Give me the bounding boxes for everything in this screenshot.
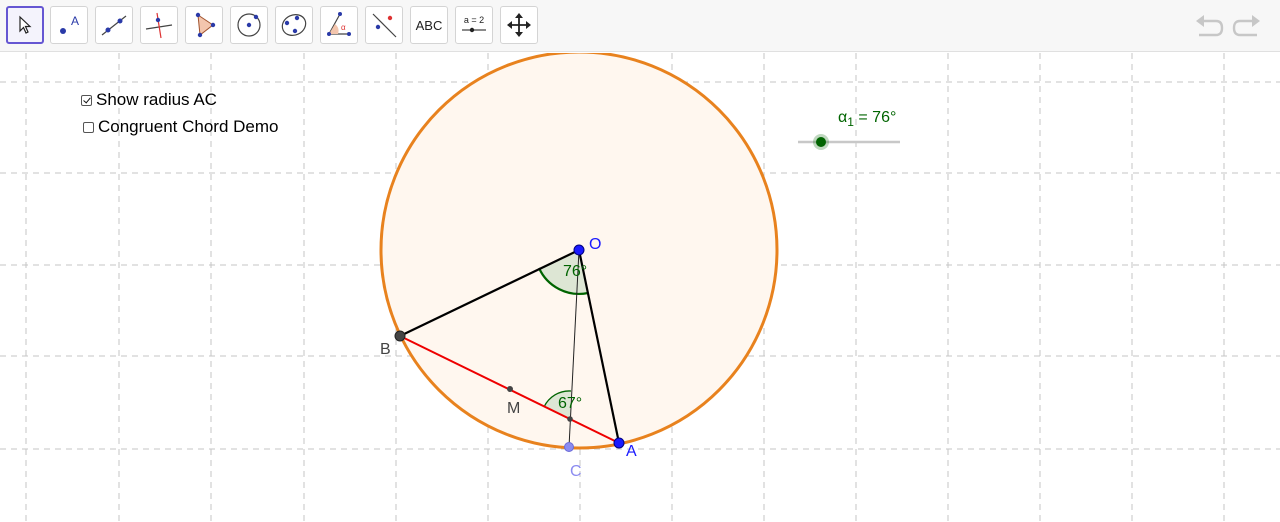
show-radius-checkbox[interactable]: Show radius AC — [81, 90, 217, 110]
slider-tool-button[interactable]: a = 2 — [455, 6, 493, 44]
perpendicular-line-tool-button[interactable] — [140, 6, 178, 44]
label-c: C — [570, 463, 582, 480]
point-b[interactable] — [394, 330, 406, 342]
polygon-tool-button[interactable] — [185, 6, 223, 44]
point-tool-button[interactable]: A — [50, 6, 88, 44]
move-tool-button[interactable] — [6, 6, 44, 44]
circle-three-points-tool-button[interactable] — [275, 6, 313, 44]
label-o: O — [589, 236, 601, 253]
point-c[interactable] — [564, 442, 574, 452]
perpendicular-line-icon — [145, 12, 173, 39]
intersection-point[interactable] — [567, 416, 573, 422]
slider-name: α — [838, 109, 848, 126]
show-radius-checkbox-box[interactable] — [81, 94, 92, 106]
point-a[interactable] — [613, 437, 625, 449]
slider-icon: a = 2 — [462, 15, 486, 33]
angle-icon: α — [327, 12, 351, 36]
undo-icon — [1196, 15, 1224, 37]
reflect-line-icon — [372, 13, 397, 38]
point-o[interactable] — [573, 244, 585, 256]
show-radius-label: Show radius AC — [96, 90, 217, 109]
slider-label: α1 = 76° — [838, 109, 896, 129]
undo-button[interactable] — [1194, 12, 1224, 40]
slider-subscript: 1 — [847, 115, 854, 130]
congruent-chord-checkbox-box[interactable] — [83, 121, 94, 133]
label-a: A — [626, 443, 637, 460]
redo-icon — [1232, 15, 1260, 37]
central-angle-label: 76° — [563, 263, 587, 280]
line-icon — [101, 15, 127, 36]
point-icon: A — [60, 14, 79, 34]
redo-button[interactable] — [1232, 12, 1262, 40]
point-m[interactable] — [507, 386, 513, 392]
inscribed-angle-label: 67° — [558, 395, 582, 412]
reflect-tool-button[interactable] — [365, 6, 403, 44]
polygon-icon — [195, 12, 216, 38]
label-m: M — [507, 400, 520, 417]
circle-three-points-icon — [281, 14, 307, 36]
move-graphics-view-tool-button[interactable] — [500, 6, 538, 44]
text-tool-button[interactable]: ABC — [410, 6, 448, 44]
congruent-chord-checkbox[interactable]: Congruent Chord Demo — [83, 117, 278, 137]
slider-handle[interactable] — [816, 137, 826, 147]
toolbar: A α ABC a = 2 — [0, 0, 1280, 52]
line-tool-button[interactable] — [95, 6, 133, 44]
svg-text:a = 2: a = 2 — [464, 15, 484, 25]
cursor-arrow-icon — [19, 15, 32, 34]
circle-center-icon — [237, 13, 261, 37]
angle-tool-button[interactable]: α — [320, 6, 358, 44]
text-tool-label: ABC — [415, 17, 443, 33]
slider-value: = 76° — [858, 109, 897, 126]
move-arrows-icon — [507, 13, 531, 37]
svg-text:α: α — [341, 23, 346, 32]
circle-center-point-tool-button[interactable] — [230, 6, 268, 44]
congruent-chord-label: Congruent Chord Demo — [98, 117, 279, 136]
svg-text:A: A — [71, 14, 79, 28]
label-b: B — [380, 341, 391, 358]
